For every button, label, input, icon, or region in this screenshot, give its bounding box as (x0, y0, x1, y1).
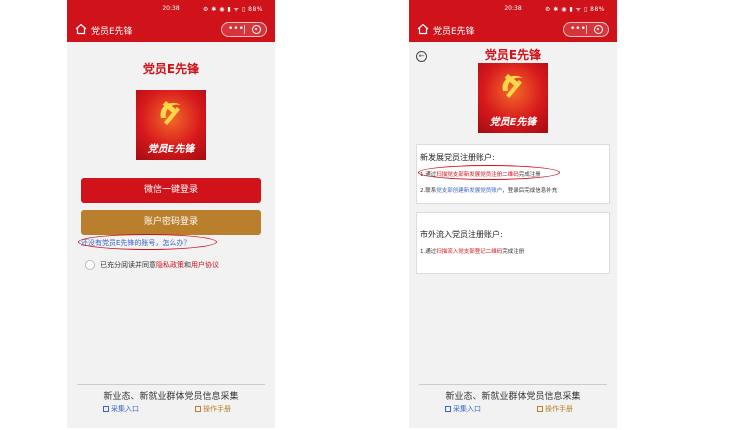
manual-icon (195, 406, 201, 412)
footer: 新业态、新就业群体党员信息采集 采集入口 操作手册 (77, 384, 265, 416)
miniprogram-capsule: ••• (563, 22, 609, 37)
hammer-sickle-icon (160, 100, 181, 125)
highlight-oval (78, 234, 217, 250)
manual-link[interactable]: 操作手册 (195, 404, 231, 414)
manual-label: 操作手册 (203, 405, 231, 413)
collect-entry-link[interactable]: 采集入口 (103, 404, 139, 414)
new-member-register-card: 新发展党员注册账户: 1.通过扫描党支部新发展党员注册二维码完成注册 2.联系党… (416, 144, 610, 204)
more-icon[interactable]: ••• (570, 24, 586, 35)
privacy-policy-link[interactable]: 隐私政策 (156, 261, 184, 269)
step-prefix: 1.通过 (420, 249, 437, 255)
manual-icon (537, 406, 543, 412)
step-suffix: 完成注册 (502, 249, 525, 255)
account-login-button[interactable]: 账户密码登录 (81, 210, 261, 235)
nav-bar: 党员E先锋 ••• (67, 18, 275, 42)
login-screen: 20:38 ⚙ ✱ ◉ ▮ ᯤ ▯ 88% 党员E先锋 ••• 党员E先锋 党员… (67, 0, 275, 428)
status-indicators: ⚙ ✱ ◉ ▮ ᯤ ▯ 88% (202, 6, 263, 13)
status-indicators: ⚙ ✱ ◉ ▮ ᯤ ▯ 88% (544, 6, 605, 13)
manual-link[interactable]: 操作手册 (537, 404, 573, 414)
status-bar: 20:38 ⚙ ✱ ◉ ▮ ᯤ ▯ 88% (67, 0, 275, 18)
scan-inflow-qr-link[interactable]: 扫描流入党支部登记二维码 (436, 249, 502, 255)
close-miniprogram-icon[interactable] (252, 25, 261, 34)
app-title: 党员E先锋 (484, 48, 542, 62)
step-prefix: 2.联系 (420, 188, 437, 194)
outside-member-register-card: 市外流入党员注册账户: 1.通过扫描流入党支部登记二维码完成注册 (416, 212, 610, 274)
status-bar: 20:38 ⚙ ✱ ◉ ▮ ᯤ ▯ 88% (409, 0, 617, 18)
collect-icon (445, 406, 451, 412)
collect-entry-link[interactable]: 采集入口 (445, 404, 481, 414)
nav-bar: 党员E先锋 ••• (409, 18, 617, 42)
app-title: 党员E先锋 (142, 62, 200, 76)
more-icon[interactable]: ••• (228, 24, 244, 35)
logo-text: 党员E先锋 (489, 117, 537, 128)
nav-title: 党员E先锋 (91, 27, 133, 37)
register-screen: 20:38 ⚙ ✱ ◉ ▮ ᯤ ▯ 88% 党员E先锋 ••• ← 党员E先锋 … (409, 0, 617, 428)
collect-icon (103, 406, 109, 412)
user-agreement-link[interactable]: 用户协议 (191, 261, 219, 269)
capsule-divider (244, 25, 245, 34)
miniprogram-capsule: ••• (221, 22, 267, 37)
logo-text: 党员E先锋 (147, 144, 195, 155)
outside-member-step-1: 1.通过扫描流入党支部登记二维码完成注册 (420, 247, 524, 255)
close-miniprogram-icon[interactable] (594, 25, 603, 34)
agreement-row: 已充分阅读并同意隐私政策和用户协议 (85, 260, 219, 270)
agree-radio[interactable] (85, 260, 95, 270)
wechat-login-button[interactable]: 微信一键登录 (81, 178, 261, 203)
agree-prefix: 已充分阅读并同意 (100, 261, 156, 269)
highlight-oval (418, 165, 560, 180)
capsule-divider (586, 25, 587, 34)
manual-label: 操作手册 (545, 405, 573, 413)
collect-entry-label: 采集入口 (453, 405, 481, 413)
collect-entry-label: 采集入口 (111, 405, 139, 413)
footer-title: 新业态、新就业群体党员信息采集 (103, 392, 239, 402)
footer: 新业态、新就业群体党员信息采集 采集入口 操作手册 (419, 384, 607, 416)
agree-and: 和 (184, 261, 191, 269)
home-icon[interactable] (75, 23, 87, 35)
app-logo: 党员E先锋 (478, 63, 548, 133)
footer-title: 新业态、新就业群体党员信息采集 (445, 392, 581, 402)
step-suffix: ，登录后完成信息补充 (502, 188, 558, 194)
contact-branch-link[interactable]: 党支部创建新发展党员账户 (436, 188, 502, 194)
hammer-sickle-icon (502, 73, 523, 98)
outside-member-title: 市外流入党员注册账户: (420, 230, 503, 239)
home-icon[interactable] (417, 23, 429, 35)
new-member-step-2: 2.联系党支部创建新发展党员账户，登录后完成信息补充 (420, 186, 557, 194)
new-member-title: 新发展党员注册账户: (420, 153, 495, 162)
app-logo: 党员E先锋 (136, 90, 206, 160)
nav-title: 党员E先锋 (433, 27, 475, 37)
